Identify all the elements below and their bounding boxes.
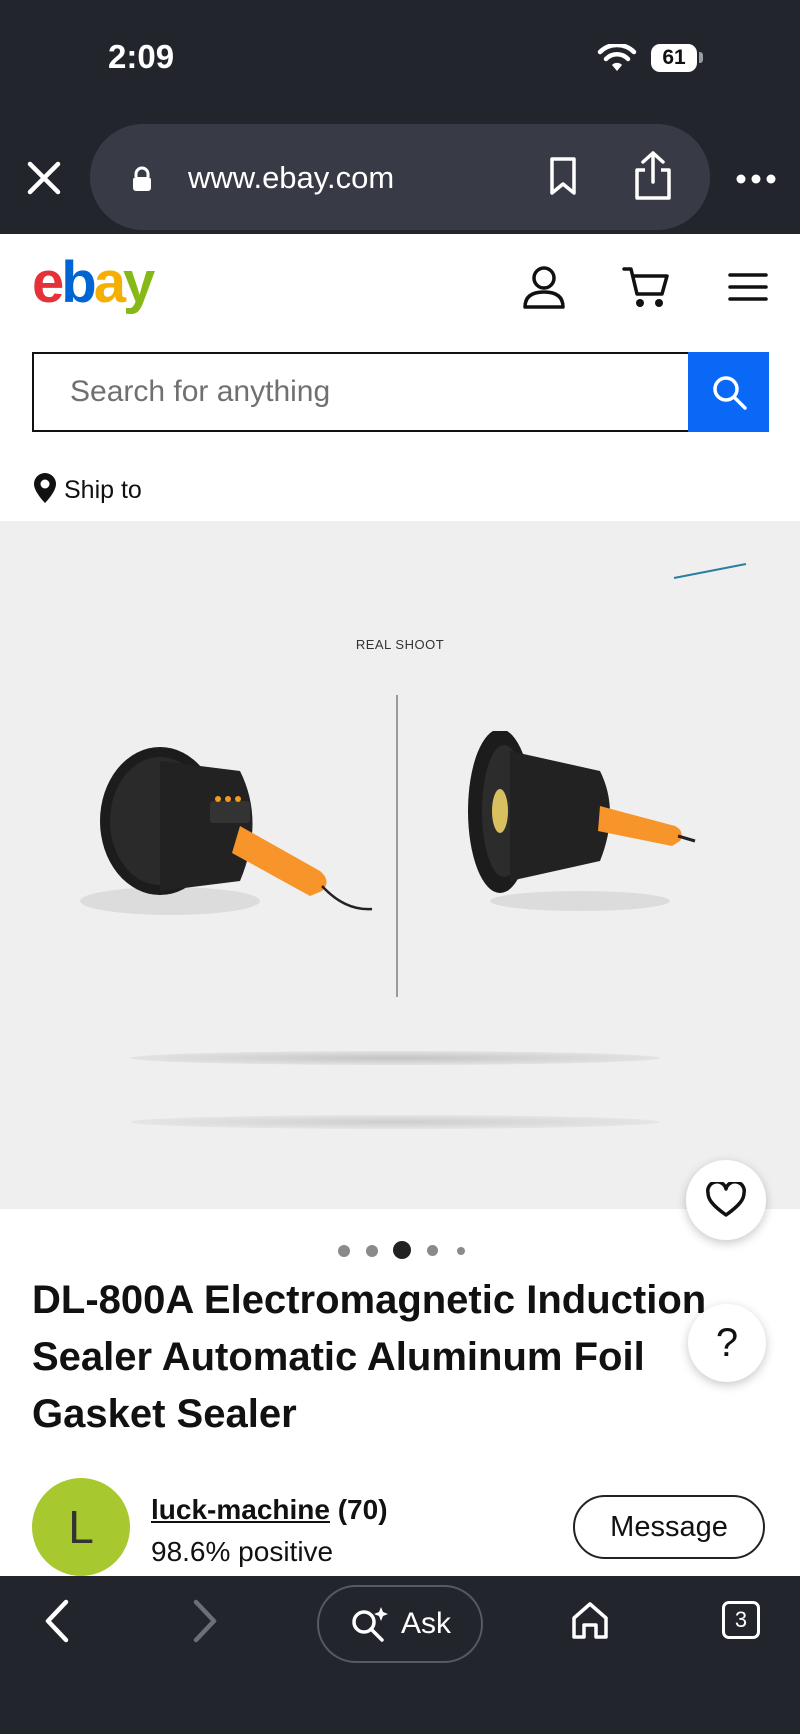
menu-icon[interactable] (728, 272, 768, 302)
search-input[interactable] (32, 352, 690, 432)
pagination-dot[interactable] (366, 1245, 378, 1257)
sealer-product-image-right (468, 731, 696, 911)
tabs-button[interactable]: 3 (722, 1601, 760, 1639)
location-pin-icon[interactable] (32, 471, 58, 505)
more-icon[interactable] (736, 174, 776, 184)
close-icon[interactable] (24, 158, 64, 198)
pagination-dot[interactable] (457, 1247, 465, 1255)
help-button[interactable]: ? (688, 1304, 766, 1382)
sealer-product-image-left (80, 747, 373, 915)
image-pagination[interactable] (0, 1240, 800, 1260)
share-icon[interactable] (631, 150, 675, 202)
logo-letter-a: a (93, 250, 126, 315)
ask-label: Ask (401, 1607, 452, 1640)
seller-info: luck-machine (70) (151, 1494, 388, 1526)
seller-feedback-count: (70) (337, 1494, 388, 1525)
cart-icon[interactable] (622, 264, 670, 310)
image-divider (396, 695, 398, 997)
url-text[interactable]: www.ebay.com (188, 160, 394, 196)
forward-icon[interactable] (190, 1598, 220, 1644)
battery-nub (699, 52, 703, 63)
product-image-gallery[interactable]: REAL SHOOT (0, 521, 800, 1209)
image-shadow (130, 1051, 660, 1065)
search-button[interactable] (688, 352, 769, 432)
ai-search-icon (352, 1607, 388, 1642)
image-shadow (130, 1115, 660, 1129)
logo-letter-e: e (32, 250, 64, 315)
heart-icon (706, 1182, 746, 1217)
wifi-icon (597, 44, 637, 71)
account-icon[interactable] (522, 264, 566, 310)
seller-positive-rating: 98.6% positive (151, 1536, 334, 1567)
ship-to-link[interactable]: Ship to (64, 476, 142, 505)
seller-name-link[interactable]: luck-machine (151, 1494, 330, 1525)
image-caption: REAL SHOOT (355, 637, 445, 652)
logo-letter-y: y (122, 250, 155, 315)
search-icon (713, 376, 747, 410)
product-title: DL-800A Electromagnetic Induction Sealer… (32, 1278, 707, 1436)
pagination-dot[interactable] (427, 1245, 438, 1256)
back-icon[interactable] (42, 1598, 72, 1644)
status-time: 2:09 (108, 38, 175, 75)
home-icon[interactable] (570, 1600, 610, 1640)
seller-avatar[interactable]: L (32, 1478, 130, 1576)
pagination-dot-active[interactable] (393, 1241, 411, 1259)
decorative-line (673, 563, 747, 579)
bookmark-icon[interactable] (547, 156, 579, 196)
watchlist-button[interactable] (686, 1160, 766, 1240)
lock-icon (133, 166, 151, 191)
address-bar[interactable] (90, 124, 710, 230)
battery-indicator: 61 (651, 44, 697, 72)
ebay-logo[interactable]: ebay (32, 250, 155, 316)
message-button[interactable]: Message (573, 1495, 765, 1559)
ask-button[interactable]: Ask (317, 1585, 483, 1663)
logo-letter-b: b (61, 250, 96, 315)
pagination-dot[interactable] (338, 1245, 350, 1257)
